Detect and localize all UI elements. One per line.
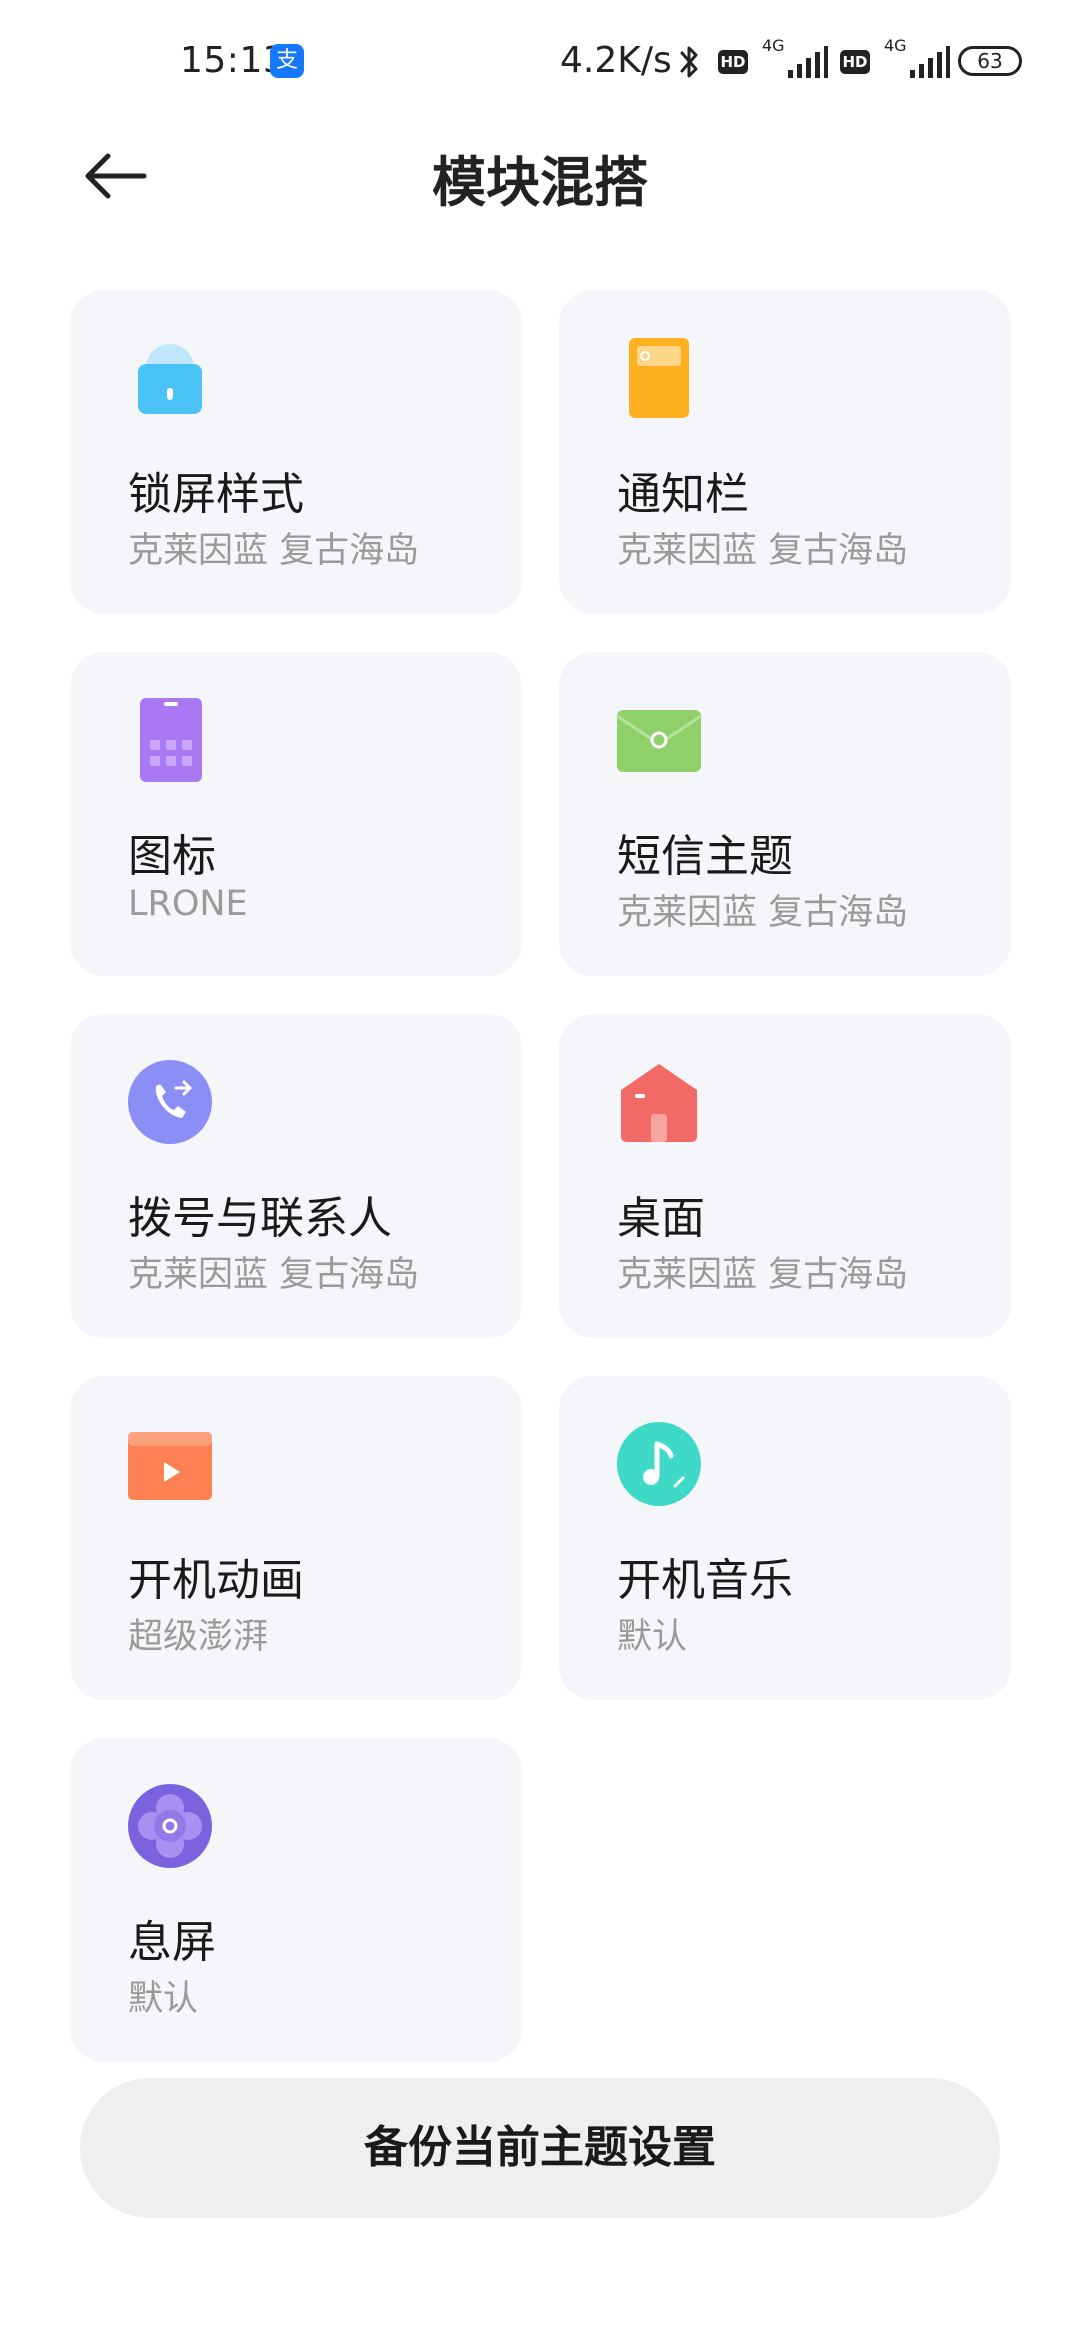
- module-subtitle: 克莱因蓝 复古海岛: [617, 893, 909, 933]
- module-card-screen-off[interactable]: 息屏 默认: [70, 1738, 522, 2062]
- bluetooth-icon: [680, 46, 698, 78]
- phone-icon: [128, 1060, 212, 1144]
- module-grid: 锁屏样式 克莱因蓝 复古海岛 通知栏 克莱因蓝 复古海岛 图标 LRONE 短信…: [70, 290, 1016, 2062]
- module-card-boot-music[interactable]: 开机音乐 默认: [559, 1376, 1011, 1700]
- module-subtitle: LRONE: [128, 884, 248, 924]
- module-card-dialer[interactable]: 拨号与联系人 克莱因蓝 复古海岛: [70, 1014, 522, 1338]
- battery-icon: 63: [958, 46, 1022, 76]
- module-title: 锁屏样式: [128, 469, 304, 520]
- module-title: 通知栏: [617, 469, 749, 520]
- music-icon: [617, 1422, 701, 1506]
- module-card-desktop[interactable]: 桌面 克莱因蓝 复古海岛: [559, 1014, 1011, 1338]
- hd-icon: HD: [840, 50, 870, 74]
- module-subtitle: 克莱因蓝 复古海岛: [128, 1255, 420, 1295]
- module-title: 息屏: [128, 1917, 216, 1968]
- backup-theme-button[interactable]: 备份当前主题设置: [80, 2078, 1000, 2218]
- app-grid-icon: [140, 698, 202, 782]
- flower-icon: [128, 1784, 212, 1868]
- home-icon: [621, 1064, 697, 1142]
- module-card-sms[interactable]: 短信主题 克莱因蓝 复古海岛: [559, 652, 1011, 976]
- hd-icon: HD: [718, 50, 748, 74]
- module-title: 开机音乐: [617, 1555, 793, 1606]
- network-speed: 4.2K/s: [560, 40, 672, 81]
- module-title: 拨号与联系人: [128, 1193, 392, 1244]
- signal-icon: 4G: [884, 36, 952, 82]
- module-card-lockscreen[interactable]: 锁屏样式 克莱因蓝 复古海岛: [70, 290, 522, 614]
- module-title: 短信主题: [617, 831, 793, 882]
- module-subtitle: 默认: [128, 1979, 199, 2019]
- message-icon: [616, 710, 702, 772]
- module-title: 图标: [128, 831, 216, 882]
- module-subtitle: 克莱因蓝 复古海岛: [128, 531, 420, 571]
- module-title: 开机动画: [128, 1555, 304, 1606]
- module-card-notification[interactable]: 通知栏 克莱因蓝 复古海岛: [559, 290, 1011, 614]
- status-bar: 15:13 支 4.2K/s HD 4G HD 4G 63: [0, 0, 1080, 120]
- module-card-boot-animation[interactable]: 开机动画 超级澎湃: [70, 1376, 522, 1700]
- header: 模块混搭: [0, 120, 1080, 230]
- page-title: 模块混搭: [432, 151, 648, 214]
- play-icon: [128, 1432, 212, 1500]
- network-type: 4G: [884, 36, 907, 55]
- lock-icon: [138, 344, 202, 414]
- alipay-icon: 支: [270, 44, 304, 78]
- module-subtitle: 默认: [617, 1617, 688, 1657]
- module-subtitle: 超级澎湃: [128, 1617, 269, 1657]
- notification-icon: [629, 338, 689, 418]
- module-title: 桌面: [617, 1193, 705, 1244]
- module-subtitle: 克莱因蓝 复古海岛: [617, 1255, 909, 1295]
- module-card-icons[interactable]: 图标 LRONE: [70, 652, 522, 976]
- signal-icon: 4G: [762, 36, 830, 82]
- module-subtitle: 克莱因蓝 复古海岛: [617, 531, 909, 571]
- network-type: 4G: [762, 36, 785, 55]
